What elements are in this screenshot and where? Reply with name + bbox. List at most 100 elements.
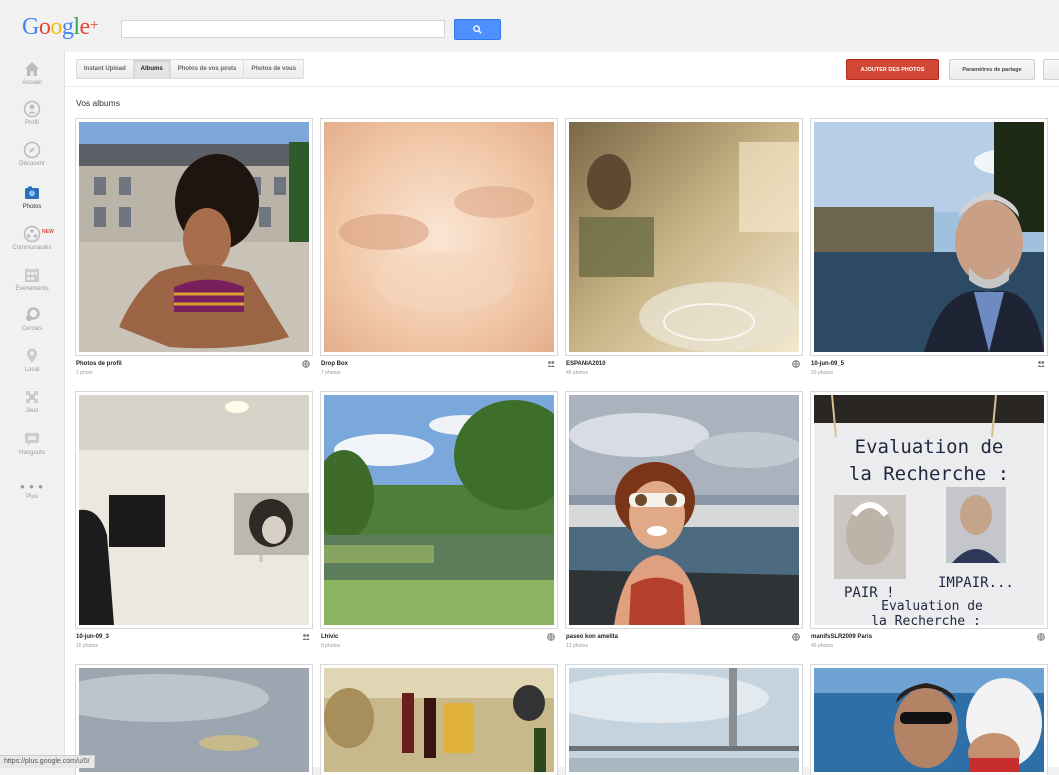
events-icon bbox=[25, 269, 39, 282]
nav-label: Jeux bbox=[25, 408, 39, 414]
album-card[interactable]: 10-jun-09_5 20 photos bbox=[811, 119, 1047, 376]
nav-item-local[interactable]: Local bbox=[0, 347, 64, 387]
tab-instant-upload[interactable]: Instant Upload bbox=[76, 59, 133, 79]
album-card[interactable] bbox=[566, 665, 802, 775]
album-title[interactable]: 10-jun-09_5 bbox=[811, 361, 844, 367]
tab-albums[interactable]: Albums bbox=[132, 59, 170, 79]
album-card[interactable]: Photos de profil 1 photo bbox=[76, 119, 312, 376]
album-count: 8 photos bbox=[321, 643, 341, 649]
album-card[interactable]: paseo kon amelita 12 photos bbox=[566, 392, 802, 649]
album-thumbnail[interactable] bbox=[566, 665, 802, 775]
hangouts-icon bbox=[25, 433, 39, 446]
album-title[interactable]: manifsSLR2009 Paris bbox=[811, 634, 872, 640]
circles-icon bbox=[26, 307, 40, 321]
album-thumbnail[interactable] bbox=[811, 665, 1047, 775]
globe-icon bbox=[302, 360, 310, 368]
nav-item-home[interactable]: Accueil bbox=[0, 60, 64, 100]
nav-item-events[interactable]: Événements bbox=[0, 266, 64, 306]
section-title: Vos albums bbox=[76, 98, 120, 108]
nav-label: Local bbox=[24, 367, 40, 373]
add-photos-button[interactable]: AJOUTER DES PHOTOS bbox=[846, 59, 939, 80]
album-count: 46 photos bbox=[566, 370, 588, 376]
album-card[interactable]: Lhivic 8 photos bbox=[321, 392, 557, 649]
people-icon bbox=[1037, 361, 1045, 367]
search-input[interactable] bbox=[121, 20, 445, 38]
more-options-button[interactable] bbox=[1043, 59, 1059, 80]
left-nav: Accueil Profil Découvrir Photos NEW Comm… bbox=[0, 50, 64, 767]
album-count: 20 photos bbox=[811, 370, 833, 376]
nav-item-profile[interactable]: Profil bbox=[0, 100, 64, 140]
main-content: Instant Upload Albums Photos de vos post… bbox=[64, 52, 1059, 775]
sign-text-1: Evaluation de bbox=[855, 436, 1004, 458]
photos-icon bbox=[25, 186, 39, 199]
album-title[interactable]: paseo kon amelita bbox=[566, 634, 618, 640]
album-thumbnail[interactable] bbox=[321, 665, 557, 775]
search-button[interactable] bbox=[454, 19, 501, 40]
nav-label: Plus bbox=[26, 494, 38, 500]
logo-text: Google bbox=[22, 14, 90, 40]
local-icon bbox=[27, 348, 37, 363]
more-icon: ● ● ● bbox=[20, 482, 44, 491]
album-title[interactable]: Lhivic bbox=[321, 634, 338, 640]
profile-icon bbox=[23, 100, 41, 118]
album-thumbnail[interactable] bbox=[811, 119, 1047, 355]
nav-label: Communautés bbox=[12, 245, 52, 251]
search-icon bbox=[473, 25, 482, 34]
nav-item-communities[interactable]: NEW Communautés bbox=[0, 225, 64, 265]
album-thumbnail[interactable] bbox=[76, 392, 312, 628]
nav-label: Hangouts bbox=[19, 450, 45, 456]
globe-icon bbox=[547, 633, 555, 641]
photos-toolbar: Instant Upload Albums Photos de vos post… bbox=[65, 52, 1059, 87]
album-card[interactable] bbox=[76, 665, 312, 775]
google-plus-logo[interactable]: Google+ bbox=[22, 14, 99, 41]
nav-item-photos[interactable]: Photos bbox=[0, 184, 64, 224]
sign-text-4: la Recherche : bbox=[871, 614, 981, 625]
home-icon bbox=[25, 62, 39, 76]
album-thumbnail[interactable] bbox=[321, 392, 557, 628]
album-card[interactable]: ESPANIA2010 46 photos bbox=[566, 119, 802, 376]
new-badge: NEW bbox=[42, 229, 54, 235]
album-thumbnail[interactable] bbox=[76, 119, 312, 355]
nav-label: Événements bbox=[15, 286, 49, 292]
album-count: 12 photos bbox=[566, 643, 588, 649]
games-icon bbox=[26, 391, 38, 403]
tab-photos-from-posts[interactable]: Photos de vos posts bbox=[169, 59, 244, 79]
album-card[interactable] bbox=[811, 665, 1047, 775]
album-thumbnail[interactable] bbox=[566, 119, 802, 355]
album-title[interactable]: Photos de profil bbox=[76, 361, 122, 367]
nav-label: Profil bbox=[25, 120, 39, 126]
album-card[interactable]: Drop Box 7 photos bbox=[321, 119, 557, 376]
nav-item-hangouts[interactable]: Hangouts bbox=[0, 430, 64, 470]
tab-group: Instant Upload Albums Photos de vos post… bbox=[76, 59, 305, 79]
sign-text-impair: IMPAIR... bbox=[938, 575, 1014, 591]
people-icon bbox=[547, 361, 555, 367]
album-thumbnail[interactable] bbox=[566, 392, 802, 628]
nav-item-games[interactable]: Jeux bbox=[0, 388, 64, 428]
album-thumbnail[interactable] bbox=[76, 665, 312, 775]
album-thumbnail[interactable]: Evaluation de la Recherche : PAIR ! IMPA… bbox=[811, 392, 1047, 628]
album-card[interactable] bbox=[321, 665, 557, 775]
album-title[interactable]: Drop Box bbox=[321, 361, 348, 367]
album-count: 1 photo bbox=[76, 370, 93, 376]
nav-item-more[interactable]: ● ● ● Plus bbox=[0, 476, 64, 500]
status-bar-url: https://plus.google.com/u/0/ bbox=[0, 755, 95, 768]
globe-icon bbox=[792, 360, 800, 368]
album-card[interactable]: Evaluation de la Recherche : PAIR ! IMPA… bbox=[811, 392, 1047, 649]
album-count: 7 photos bbox=[321, 370, 341, 376]
nav-item-discover[interactable]: Découvrir bbox=[0, 141, 64, 181]
album-count: 16 photos bbox=[76, 643, 98, 649]
nav-label: Photos bbox=[22, 204, 42, 210]
globe-icon bbox=[1037, 633, 1045, 641]
album-title[interactable]: ESPANIA2010 bbox=[566, 361, 606, 367]
album-card[interactable]: 10-jun-09_3 16 photos bbox=[76, 392, 312, 649]
tab-photos-of-you[interactable]: Photos de vous bbox=[243, 59, 305, 79]
compass-icon bbox=[23, 141, 41, 159]
album-thumbnail[interactable] bbox=[321, 119, 557, 355]
album-count: 46 photos bbox=[811, 643, 833, 649]
sign-text-3: Evaluation de bbox=[881, 599, 983, 614]
nav-item-circles[interactable]: Cercles bbox=[0, 306, 64, 346]
album-title[interactable]: 10-jun-09_3 bbox=[76, 634, 109, 640]
sharing-settings-button[interactable]: Paramètres de partage bbox=[949, 59, 1035, 80]
communities-icon bbox=[23, 225, 41, 243]
nav-label: Accueil bbox=[22, 80, 42, 86]
